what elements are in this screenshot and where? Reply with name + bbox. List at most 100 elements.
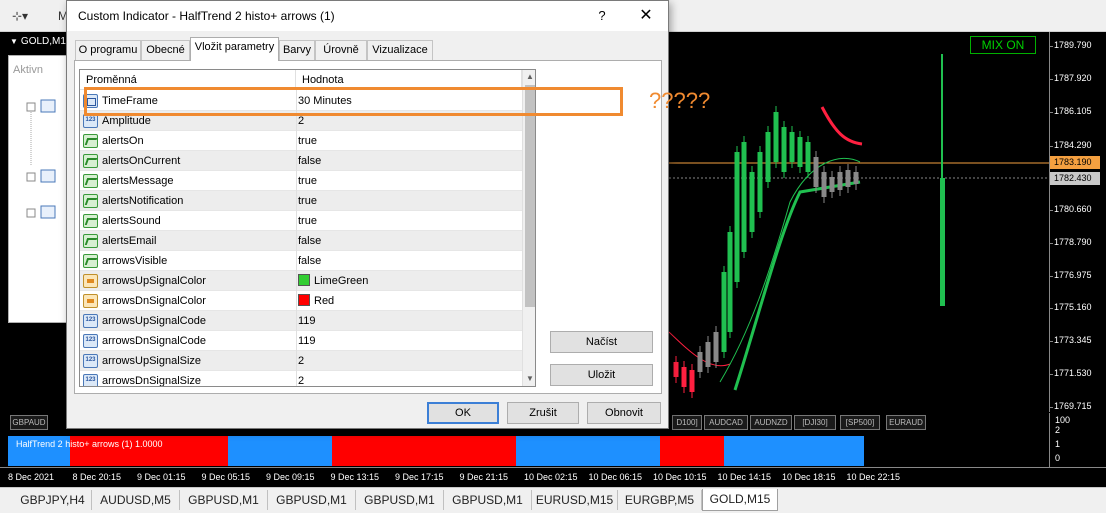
param-value-text: 2 <box>298 375 305 387</box>
param-value[interactable]: 2 <box>298 371 305 387</box>
param-row[interactable]: alertsEmail false <box>80 231 522 251</box>
price-scale[interactable]: 1789.790 1787.920 1786.105 1784.290 1780.660… <box>1049 32 1106 412</box>
load-button[interactable]: Načíst <box>550 331 653 353</box>
candle-body <box>705 342 711 367</box>
price-label: 1776.975 <box>1049 269 1092 280</box>
bool-type-icon <box>83 194 98 208</box>
candle-body <box>727 232 733 332</box>
param-row[interactable]: arrowsDnSignalColor Red <box>80 291 522 311</box>
param-row[interactable]: Amplitude 2 <box>80 111 522 131</box>
symbol-tab[interactable]: GBPAUD <box>10 415 48 430</box>
param-row[interactable]: arrowsUpSignalCode 119 <box>80 311 522 331</box>
reset-button[interactable]: Obnovit <box>587 402 661 424</box>
time-axis: 8 Dec 2021 8 Dec 20:15 9 Dec 01:15 9 Dec 05… <box>0 467 1106 487</box>
param-value[interactable]: true <box>298 171 317 191</box>
chart-tab[interactable]: EURUSD,M15 <box>532 490 618 510</box>
custom-indicator-dialog: Custom Indicator - HalfTrend 2 histo+ ar… <box>66 0 669 429</box>
tab-colors[interactable]: Barvy <box>279 40 315 60</box>
candle-body <box>821 172 827 197</box>
time-label: 10 Dec 18:15 <box>782 472 836 482</box>
param-value[interactable]: 119 <box>298 311 316 331</box>
save-button[interactable]: Uložit <box>550 364 653 386</box>
param-row[interactable]: arrowsVisible false <box>80 251 522 271</box>
mix-on-badge[interactable]: MIX ON <box>970 36 1036 54</box>
bool-type-icon <box>83 134 98 148</box>
indicator-subwindow[interactable]: HalfTrend 2 histo+ arrows (1) 1.0000 <box>8 434 1048 467</box>
param-row[interactable]: arrowsUpSignalSize 2 <box>80 351 522 371</box>
cancel-button[interactable]: Zrušit <box>507 402 579 424</box>
vertical-scrollbar[interactable]: ▲ ▼ <box>522 70 535 386</box>
param-row[interactable]: alertsOnCurrent false <box>80 151 522 171</box>
close-icon[interactable]: ✕ <box>635 5 657 27</box>
scroll-down-icon[interactable]: ▼ <box>523 372 535 386</box>
param-value-text: false <box>298 235 322 247</box>
time-label: 9 Dec 01:15 <box>137 472 186 482</box>
time-label: 9 Dec 17:15 <box>395 472 444 482</box>
param-value[interactable]: true <box>298 191 317 211</box>
dialog-titlebar[interactable]: Custom Indicator - HalfTrend 2 histo+ ar… <box>67 1 668 31</box>
chart-tab[interactable]: EURGBP,M5 <box>618 490 702 510</box>
param-row[interactable]: arrowsDnSignalSize 2 <box>80 371 522 387</box>
param-row[interactable]: alertsMessage true <box>80 171 522 191</box>
color-swatch <box>298 294 310 306</box>
red-trend-line <box>820 106 863 146</box>
param-value[interactable]: 119 <box>298 331 316 351</box>
symbol-tab[interactable]: EURAUD <box>886 415 926 430</box>
collapse-arrow-icon[interactable]: ▼ <box>10 37 18 46</box>
symbol-tab[interactable]: [SP500] <box>840 415 880 430</box>
symbol-tab[interactable]: AUDNZD <box>750 415 792 430</box>
param-value[interactable]: false <box>298 151 321 171</box>
param-value[interactable]: true <box>298 131 317 151</box>
chart-tab[interactable]: GBPJPY,H4 <box>14 490 92 510</box>
int-type-icon <box>83 314 98 328</box>
help-button[interactable]: ? <box>592 6 612 26</box>
param-value[interactable]: false <box>298 231 321 251</box>
parameters-grid[interactable]: Proměnná Hodnota TimeFrame 30 Minutes Ampl… <box>79 69 536 387</box>
param-name: arrowsUpSignalColor <box>102 275 206 287</box>
tab-visualization[interactable]: Vizualizace <box>367 40 433 60</box>
param-row[interactable]: alertsNotification true <box>80 191 522 211</box>
param-row[interactable]: arrowsDnSignalCode 119 <box>80 331 522 351</box>
tab-inputs[interactable]: Vložit parametry <box>190 37 279 61</box>
scroll-up-icon[interactable]: ▲ <box>523 70 535 84</box>
tab-levels[interactable]: Úrovně <box>315 40 367 60</box>
param-value[interactable]: false <box>298 251 321 271</box>
candle-body <box>757 152 763 212</box>
chart-tab[interactable]: GBPUSD,M1 <box>444 490 532 510</box>
scroll-thumb[interactable] <box>525 85 535 307</box>
symbol-tab[interactable]: [DJI30] <box>794 415 836 430</box>
param-row[interactable]: alertsSound true <box>80 211 522 231</box>
column-header-name[interactable]: Proměnná <box>80 70 296 90</box>
column-header-value[interactable]: Hodnota <box>296 70 522 90</box>
param-row[interactable]: alertsOn true <box>80 131 522 151</box>
chart-tab[interactable]: GBPUSD,M1 <box>356 490 444 510</box>
symbol-tab[interactable]: D100] <box>672 415 702 430</box>
price-label: 1778.790 <box>1049 236 1092 247</box>
param-row[interactable]: TimeFrame 30 Minutes <box>80 91 522 111</box>
chart-tab[interactable]: AUDUSD,M5 <box>92 490 180 510</box>
tab-common[interactable]: Obecné <box>141 40 190 60</box>
crosshair-tool-button[interactable]: ⊹▾ <box>12 6 28 26</box>
histogram-segment <box>228 436 332 466</box>
param-name: alertsOnCurrent <box>102 155 181 167</box>
indicator-scale: 100 2 1 0 <box>1049 413 1106 467</box>
bool-type-icon <box>83 234 98 248</box>
param-row[interactable]: arrowsUpSignalColor LimeGreen <box>80 271 522 291</box>
param-value[interactable]: Red <box>298 291 334 311</box>
indicator-scale-label: 0 <box>1055 453 1061 463</box>
param-value-text: true <box>298 135 317 147</box>
chart-tab[interactable]: GOLD,M15 <box>702 489 778 511</box>
chart-tab[interactable]: GBPUSD,M1 <box>268 490 356 510</box>
param-value[interactable]: 2 <box>298 351 304 371</box>
param-value[interactable]: 30 Minutes <box>298 91 352 111</box>
param-value[interactable]: LimeGreen <box>298 271 368 291</box>
time-label: 9 Dec 05:15 <box>201 472 251 482</box>
ok-button[interactable]: OK <box>427 402 499 424</box>
param-name: arrowsVisible <box>102 255 168 267</box>
symbol-tab[interactable]: AUDCAD <box>704 415 748 430</box>
chart-tab[interactable]: GBPUSD,M1 <box>180 490 268 510</box>
param-value[interactable]: true <box>298 211 317 231</box>
tab-about[interactable]: O programu <box>75 40 141 60</box>
param-value[interactable]: 2 <box>298 111 304 131</box>
param-value-text: 119 <box>298 315 316 327</box>
